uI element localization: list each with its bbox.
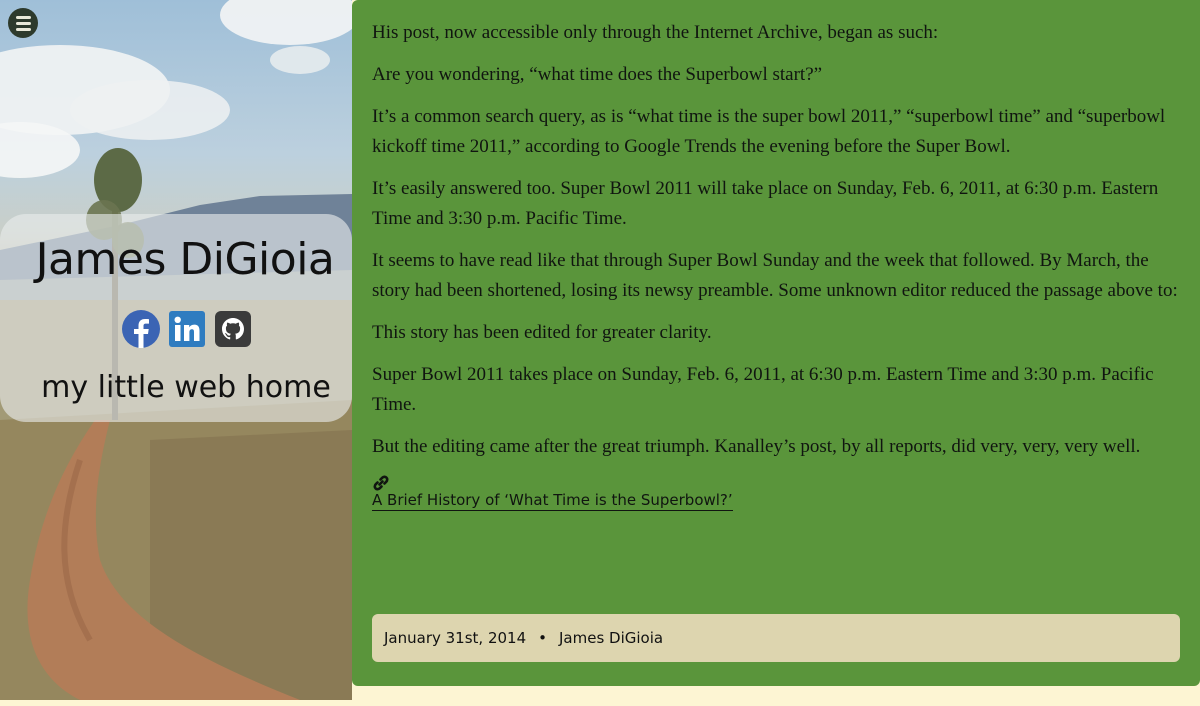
article-body: His post, now accessible only through th… [352,0,1200,686]
article-paragraph: This story has been edited for greater c… [372,322,712,343]
article-paragraph: Super Bowl 2011 takes place on Sunday, F… [372,364,1154,415]
site-tagline: my little web home [41,370,331,405]
post-meta: January 31st, 2014 • James DiGioia [372,614,1180,662]
meta-separator: • [538,629,547,647]
article-paragraph: Are you wondering, “what time does the S… [372,64,823,85]
social-links [122,310,252,348]
profile-card: James DiGioia my little web home [0,214,352,422]
hamburger-menu-icon[interactable] [8,8,38,38]
github-icon[interactable] [214,310,252,348]
article-paragraph: It’s a common search query, as is “what … [372,106,1166,157]
source-link[interactable]: A Brief History of ‘What Time is the Sup… [372,490,733,511]
article-paragraph: His post, now accessible only through th… [372,22,939,43]
linkedin-icon[interactable] [168,310,206,348]
facebook-icon[interactable] [122,310,160,348]
article-paragraph: It’s easily answered too. Super Bowl 201… [372,178,1159,229]
post-date: January 31st, 2014 [384,629,527,647]
article-paragraph: But the editing came after the great tri… [372,436,1141,457]
post-author[interactable]: James DiGioia [559,629,663,647]
site-owner-name: James DiGioia [35,234,335,285]
hero-background: James DiGioia my little web home [0,0,352,700]
article-paragraph: It seems to have read like that through … [372,250,1178,301]
